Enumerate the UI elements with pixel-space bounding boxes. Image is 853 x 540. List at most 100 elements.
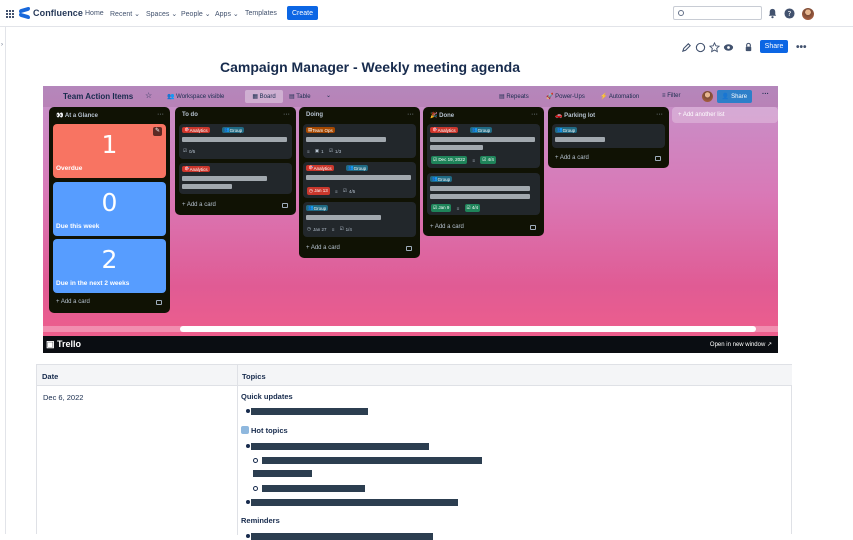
nav-home[interactable]: Home bbox=[85, 10, 104, 17]
star-icon[interactable] bbox=[709, 42, 720, 53]
redacted-text bbox=[251, 533, 433, 540]
open-new-window-link[interactable]: Open in new window ↗ bbox=[710, 341, 772, 348]
meeting-date[interactable]: Dec 6, 2022 bbox=[43, 393, 83, 402]
add-card-button[interactable]: + Add a card bbox=[182, 202, 216, 208]
star-board-icon[interactable]: ☆ bbox=[145, 91, 152, 100]
list-at-a-glance: 👀 At a Glance ··· 1 Overdue ✎ 0 Due this… bbox=[49, 107, 170, 313]
search-input[interactable] bbox=[673, 6, 762, 20]
glance-card-due-week[interactable]: 0 Due this week bbox=[53, 182, 166, 236]
share-button[interactable]: Share bbox=[760, 40, 788, 53]
glance-card-due-two-weeks[interactable]: 2 Due in the next 2 weeks bbox=[53, 239, 166, 293]
add-card-button[interactable]: + Add a card bbox=[306, 245, 340, 251]
horizontal-scrollbar[interactable] bbox=[180, 326, 756, 332]
list-parking-lot: 🚗 Parking lot ··· 👥 Group + Add a card bbox=[548, 107, 669, 168]
rocket-icon: 🚀 bbox=[546, 94, 554, 100]
card-badges: ≡ ▣ 1 ☑ 1/3 bbox=[307, 148, 342, 154]
card-title-redacted bbox=[182, 184, 232, 189]
add-card-button[interactable]: + Add a card bbox=[430, 224, 464, 230]
confluence-logo[interactable]: Confluence bbox=[19, 8, 83, 18]
card-template-icon[interactable] bbox=[406, 246, 412, 251]
label-group: 👥 Group bbox=[470, 127, 493, 133]
card[interactable]: 🎯 Analytics 👥 Group ◷ Jan 13 ≡ ☑ 4/5 bbox=[303, 162, 416, 198]
help-icon[interactable]: ? bbox=[784, 8, 795, 19]
nav-apps[interactable]: Apps ⌄ bbox=[215, 10, 239, 18]
list-menu-icon[interactable]: ··· bbox=[531, 111, 538, 118]
card[interactable]: 👥 Group ☑ Jan 9 ≡ ☑ 4/4 bbox=[427, 173, 540, 215]
trello-logo[interactable]: ▣ Trello bbox=[46, 339, 81, 350]
comment-icon[interactable] bbox=[695, 42, 706, 53]
checklist-complete-badge: ☑ 4/4 bbox=[464, 204, 481, 212]
glance-caption: Overdue bbox=[56, 165, 83, 172]
list-menu-icon[interactable]: ··· bbox=[656, 111, 663, 118]
card-badges: ☑ Jan 9 ≡ ☑ 4/4 bbox=[431, 204, 481, 212]
user-avatar[interactable] bbox=[802, 8, 814, 20]
card[interactable]: ▤ Team Ops ≡ ▣ 1 ☑ 1/3 bbox=[303, 124, 416, 158]
list-menu-icon[interactable]: ··· bbox=[407, 111, 414, 118]
label-group: 👥 Group bbox=[346, 165, 369, 171]
create-button[interactable]: Create bbox=[287, 6, 318, 20]
filter-button[interactable]: ≡ Filter bbox=[662, 93, 681, 99]
due-week-count: 0 bbox=[101, 188, 118, 217]
card-title-redacted bbox=[182, 137, 287, 142]
card-template-icon[interactable] bbox=[156, 300, 162, 305]
card-title-redacted bbox=[555, 137, 605, 142]
check-icon: ☑ bbox=[433, 157, 438, 162]
list-menu-icon[interactable]: ··· bbox=[157, 111, 164, 118]
label-group: 👥 Group bbox=[430, 176, 453, 182]
board-menu-icon[interactable]: ··· bbox=[762, 91, 769, 98]
restrictions-icon[interactable] bbox=[743, 42, 754, 53]
redacted-text bbox=[251, 443, 429, 450]
more-actions-icon[interactable]: ••• bbox=[796, 42, 807, 53]
member-avatar[interactable] bbox=[702, 91, 713, 102]
top-navigation: Confluence Home Recent ⌄ Spaces ⌄ People… bbox=[0, 0, 853, 27]
glance-card-overdue[interactable]: 1 Overdue ✎ bbox=[53, 124, 166, 178]
board-view-tab[interactable]: ▦ Board bbox=[245, 90, 283, 103]
list-title: 🎉 Done bbox=[430, 113, 455, 119]
list-menu-icon[interactable]: ··· bbox=[283, 111, 290, 118]
nav-templates[interactable]: Templates bbox=[245, 10, 277, 17]
card[interactable]: 🎯 Analytics 👥 Group ☑ Dec 19, 2022 ≡ ☑ 4… bbox=[427, 124, 540, 168]
power-ups-button[interactable]: 🚀 Power-Ups bbox=[546, 93, 585, 100]
attachment-icon: ▣ bbox=[314, 148, 320, 153]
sidebar-collapsed bbox=[0, 27, 6, 534]
app-switcher-icon[interactable] bbox=[5, 9, 14, 18]
description-icon: ≡ bbox=[307, 148, 310, 154]
card[interactable]: 👥 Group bbox=[552, 124, 665, 148]
visibility-button[interactable]: 👥 Workspace visible bbox=[167, 93, 224, 100]
card-template-icon[interactable] bbox=[655, 156, 661, 161]
nav-people[interactable]: People ⌄ bbox=[181, 10, 211, 18]
trello-share-button[interactable]: 👤 Share bbox=[717, 90, 752, 103]
quick-updates-heading: Quick updates bbox=[241, 392, 293, 401]
table-view-tab[interactable]: ▤ Table bbox=[289, 93, 311, 100]
add-card-button[interactable]: + Add a card bbox=[56, 299, 90, 305]
board-title[interactable]: Team Action Items bbox=[63, 92, 133, 101]
checklist-icon: ☑ bbox=[328, 148, 333, 153]
list-doing: Doing ··· ▤ Team Ops ≡ ▣ 1 ☑ 1/3 🎯 Analyti… bbox=[299, 107, 420, 258]
glance-caption: Due this week bbox=[56, 223, 100, 230]
card-template-icon[interactable] bbox=[282, 203, 288, 208]
automation-button[interactable]: ⚡ Automation bbox=[600, 93, 639, 100]
card-badges: ◷ Jan 27 ≡ ☑ 1/4 bbox=[307, 226, 352, 232]
list-title: 🚗 Parking lot bbox=[555, 113, 596, 119]
edit-icon[interactable] bbox=[681, 42, 692, 53]
sub-bullet bbox=[253, 458, 258, 463]
watch-icon[interactable] bbox=[723, 42, 734, 53]
card[interactable]: 👥 Group ◷ Jan 27 ≡ ☑ 1/4 bbox=[303, 202, 416, 237]
card-template-icon[interactable] bbox=[530, 225, 536, 230]
card[interactable]: 🎯 Analytics bbox=[179, 163, 292, 194]
add-list-button[interactable]: + Add another list bbox=[672, 107, 778, 123]
trello-logo-icon: ▣ bbox=[46, 339, 55, 349]
notifications-icon[interactable] bbox=[767, 8, 778, 19]
add-card-button[interactable]: + Add a card bbox=[555, 155, 589, 161]
repeats-button[interactable]: ▤ Repeats bbox=[499, 93, 529, 100]
checklist-complete-badge: ☑ 4/4 bbox=[480, 156, 496, 164]
card[interactable]: 🎯 Analytics 👥 Group ☑ 0/5 bbox=[179, 124, 292, 159]
views-dropdown-icon[interactable]: ⌄ bbox=[326, 92, 331, 99]
expand-sidebar-icon[interactable]: › bbox=[1, 42, 3, 48]
nav-recent[interactable]: Recent ⌄ bbox=[110, 10, 140, 18]
due-two-weeks-count: 2 bbox=[101, 245, 118, 274]
nav-spaces[interactable]: Spaces ⌄ bbox=[146, 10, 177, 18]
page-title: Campaign Manager - Weekly meeting agenda bbox=[219, 59, 521, 75]
edit-card-icon[interactable]: ✎ bbox=[153, 127, 162, 136]
card-title-redacted bbox=[306, 215, 381, 220]
